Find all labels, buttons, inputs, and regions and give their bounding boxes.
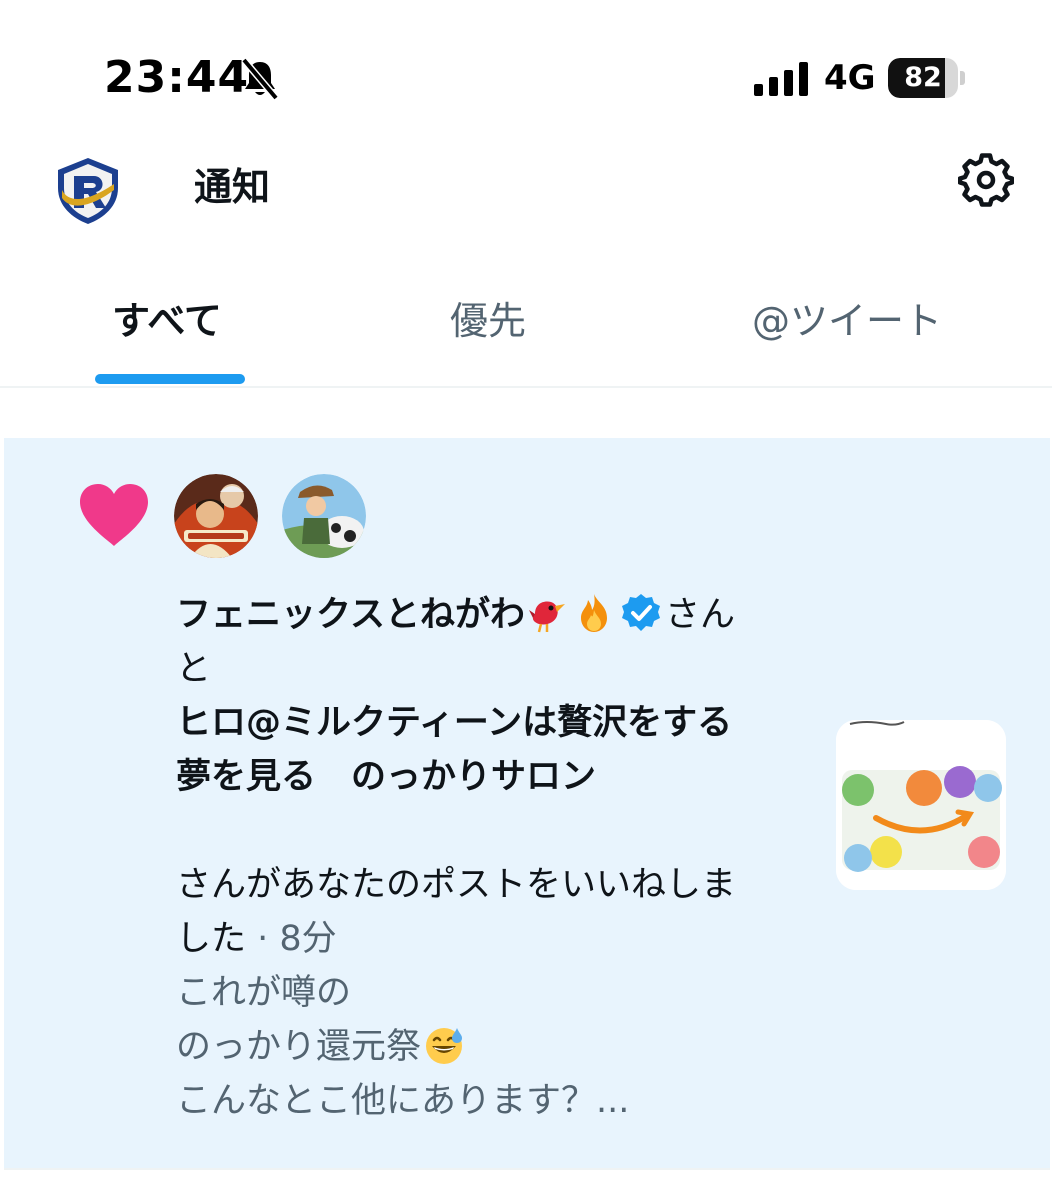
post-preview-line2: のっかり還元祭 [176,1027,422,1067]
action-text-line1: さんがあなたのポストをいいねしま [176,865,737,905]
post-thumbnail[interactable] [836,720,1006,890]
profile-logo-icon[interactable] [54,154,122,226]
notification-text: フェニックスとねがわ さん と ヒロ@ミルクティーンは贅沢をする 夢を見る のっ… [176,588,816,1128]
notification-item[interactable]: フェニックスとねがわ さん と ヒロ@ミルクティーンは贅沢をする 夢を見る のっ… [4,438,1050,1170]
verified-badge-icon [621,594,660,631]
battery-level: 82 [904,62,942,93]
fire-icon [580,594,607,632]
timestamp: 8分 [279,919,337,959]
red-bird-icon [528,601,565,633]
time-separator: · [246,919,280,959]
name-suffix: さん [664,595,735,635]
gear-icon[interactable] [958,152,1014,208]
user-name-2-line2[interactable]: 夢を見る のっかりサロン [176,750,816,804]
tab-mentions[interactable]: @ツイート [752,290,942,350]
avatar[interactable] [282,474,366,558]
status-time: 23:44 [104,52,250,103]
status-bar: 23:44 4G 82 [0,0,1052,140]
connector-text: と [176,649,212,689]
user-name[interactable]: フェニックスとねがわ [176,595,525,635]
action-text-line2: した [176,919,247,959]
app-header: 通知 [0,140,1052,240]
cellular-signal-icon [754,62,808,96]
network-type: 4G [824,58,876,98]
user-name-2-line1[interactable]: ヒロ@ミルクティーンは贅沢をする [176,696,816,750]
battery-icon: 82 [888,58,965,98]
tab-all[interactable]: すべて [112,290,222,350]
heart-icon [80,484,148,546]
notification-tabs: すべて 優先 @ツイート [0,270,1052,388]
post-preview-line3: こんなとこ他にあります？... [176,1081,630,1121]
tab-priority[interactable]: 優先 [450,290,526,350]
avatar[interactable] [174,474,258,558]
page-title: 通知 [194,165,271,209]
post-preview-line1: これが噂の [176,973,352,1013]
sweat-smile-icon [426,1028,463,1064]
bell-off-icon [241,58,279,100]
active-tab-indicator [95,374,245,384]
